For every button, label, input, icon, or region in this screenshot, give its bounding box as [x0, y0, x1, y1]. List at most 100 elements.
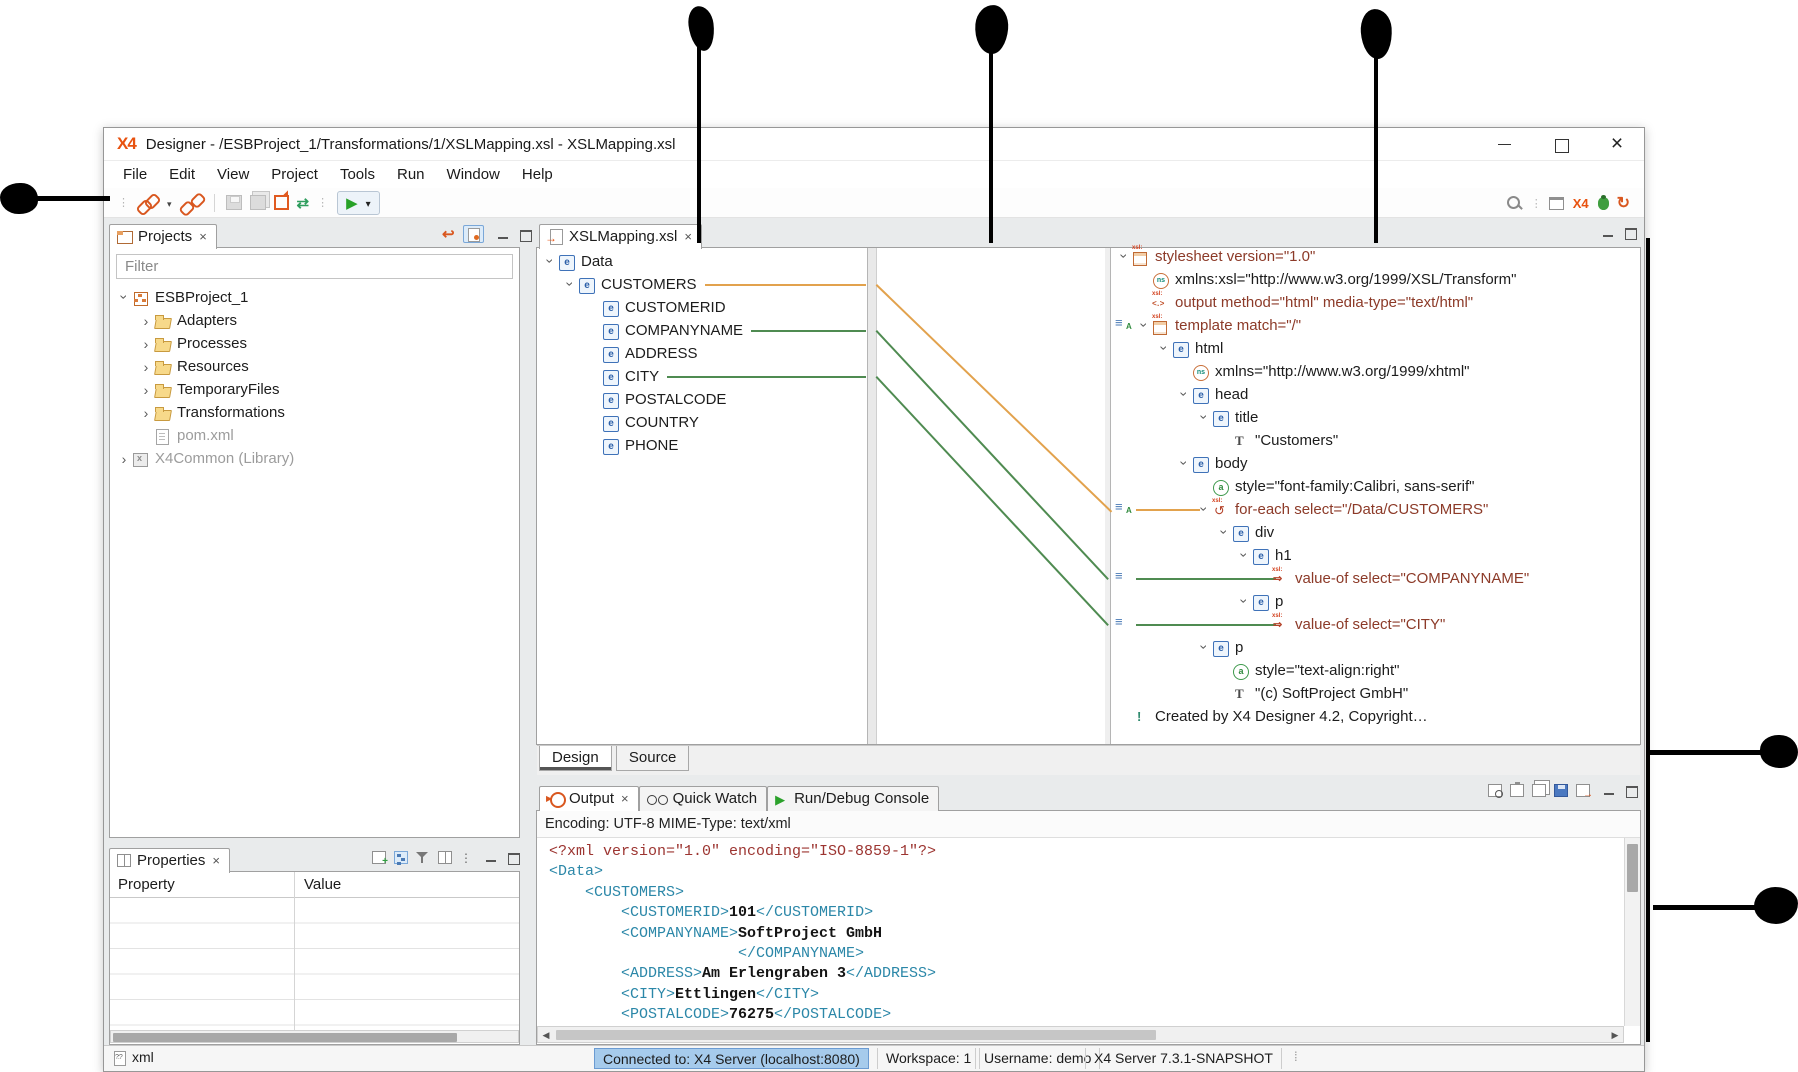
export-icon[interactable] [1576, 784, 1590, 797]
tree-expander-icon[interactable] [138, 356, 154, 378]
tree-expander-icon[interactable] [138, 402, 154, 424]
tree-expander-icon[interactable] [1216, 522, 1232, 544]
tree-row[interactable]: xmlns="http://www.w3.org/1999/xhtml" [1112, 360, 1639, 383]
collapse-all-icon[interactable] [442, 225, 455, 243]
status-connected[interactable]: Connected to: X4 Server (localhost:8080) [594, 1048, 869, 1069]
tree-expander-icon[interactable] [1196, 407, 1212, 429]
minimize-button[interactable] [1477, 128, 1533, 161]
tree-row[interactable]: PHONE [538, 434, 868, 457]
tree-expander-icon[interactable] [138, 379, 154, 401]
sync-icon[interactable] [274, 195, 289, 210]
refresh-icon[interactable] [1617, 193, 1630, 213]
menu-item[interactable]: Help [511, 166, 564, 183]
tab-design[interactable]: Design [539, 746, 612, 771]
tree-row[interactable]: style="text-align:right" [1112, 659, 1639, 682]
scroll-left-icon[interactable]: ◀ [538, 1027, 554, 1043]
columns-icon[interactable] [438, 851, 452, 864]
tree-row[interactable]: TemporaryFiles [112, 378, 516, 401]
splitter-left[interactable] [867, 248, 877, 744]
tree-row[interactable]: output method="html" media-type="text/ht… [1112, 291, 1639, 314]
x4-perspective-icon[interactable]: X4 [1573, 196, 1589, 211]
tree-expander-icon[interactable] [1116, 246, 1132, 268]
save-icon[interactable] [226, 195, 242, 210]
tree-expander-icon[interactable] [138, 333, 154, 355]
link-dropdown-icon[interactable] [167, 194, 172, 211]
maximize-view-icon[interactable] [519, 228, 532, 241]
tree-row[interactable]: Resources [112, 355, 516, 378]
swap-icon[interactable] [297, 194, 310, 212]
tree-row[interactable]: "(c) SoftProject GmbH" [1112, 682, 1639, 705]
copy-icon[interactable] [1532, 784, 1546, 797]
tab-projects[interactable]: Projects × [109, 224, 217, 249]
tree-row[interactable]: "Customers" [1112, 429, 1639, 452]
tree-row[interactable]: CUSTOMERID [538, 296, 868, 319]
tree-row[interactable]: COMPANYNAME [538, 319, 868, 342]
run-button[interactable] [337, 191, 380, 215]
save-output-icon[interactable] [1554, 784, 1568, 797]
tree-row[interactable]: ESBProject_1 [112, 286, 516, 309]
close-icon[interactable]: × [199, 229, 207, 244]
tree-row[interactable]: X4Common (Library) [112, 447, 516, 470]
maximize-view-icon[interactable] [1624, 226, 1637, 239]
tree-expander-icon[interactable] [1196, 499, 1212, 521]
tree-row[interactable]: COUNTRY [538, 411, 868, 434]
link-with-editor-icon[interactable] [463, 225, 484, 243]
splitter-right[interactable] [1105, 248, 1111, 744]
tree-expander-icon[interactable] [116, 448, 132, 470]
tree-row[interactable]: ADDRESS [538, 342, 868, 365]
tree-row[interactable]: value-of select="CITY" [1112, 613, 1639, 636]
minimize-view-icon[interactable] [1602, 226, 1615, 239]
tree-row[interactable]: pom.xml [112, 424, 516, 447]
minimize-view-icon[interactable] [1603, 784, 1616, 797]
scroll-right-icon[interactable]: ▶ [1607, 1027, 1623, 1043]
tree-row[interactable]: POSTALCODE [538, 388, 868, 411]
tree-row[interactable]: p [1112, 636, 1639, 659]
tree-row[interactable]: h1 [1112, 544, 1639, 567]
run-dropdown-icon[interactable] [358, 194, 371, 211]
unmap-link-icon[interactable] [180, 194, 203, 212]
tree-row[interactable]: value-of select="COMPANYNAME" [1112, 567, 1639, 590]
tree-row[interactable]: xmlns:xsl="http://www.w3.org/1999/XSL/Tr… [1112, 268, 1639, 291]
tab-xslmapping[interactable]: XSLMapping.xsl × [539, 224, 702, 249]
tree-expander-icon[interactable] [138, 310, 154, 332]
tree-row[interactable]: body [1112, 452, 1639, 475]
scrollbar-thumb[interactable] [113, 1033, 457, 1042]
tree-row[interactable]: CUSTOMERS [538, 273, 868, 296]
tree-expander-icon[interactable] [1156, 338, 1172, 360]
menu-item[interactable]: Window [436, 166, 511, 183]
filter-input[interactable] [116, 254, 513, 279]
save-all-icon[interactable] [250, 195, 266, 210]
close-icon[interactable]: × [684, 229, 692, 244]
filter-funnel-icon[interactable] [416, 851, 430, 864]
output-xml-view[interactable]: <?xml version="1.0" encoding="ISO-8859-1… [537, 838, 1640, 1044]
tree-expander-icon[interactable] [1196, 637, 1212, 659]
maximize-view-icon[interactable] [1625, 784, 1638, 797]
tree-expander-icon[interactable] [116, 287, 132, 309]
tree-expander-icon[interactable] [542, 251, 558, 273]
tree-row[interactable]: head [1112, 383, 1639, 406]
menu-item[interactable]: File [112, 166, 158, 183]
scrollbar-thumb[interactable] [1627, 844, 1638, 892]
tree-expander-icon[interactable] [1176, 384, 1192, 406]
maximize-button[interactable] [1533, 128, 1589, 161]
map-link-icon[interactable] [136, 194, 159, 212]
tree-row[interactable]: Adapters [112, 309, 516, 332]
tab-run-debug-console[interactable]: Run/Debug Console [767, 786, 939, 811]
tree-expander-icon[interactable] [1236, 545, 1252, 567]
tree-row[interactable]: stylesheet version="1.0" [1112, 245, 1639, 268]
tree-expander-icon[interactable] [1236, 591, 1252, 613]
tree-row[interactable]: Processes [112, 332, 516, 355]
menu-item[interactable]: Run [386, 166, 436, 183]
tab-source[interactable]: Source [616, 746, 690, 771]
find-icon[interactable] [1488, 784, 1502, 797]
tree-row[interactable]: Created by X4 Designer 4.2, Copyright… [1112, 705, 1639, 728]
properties-hscrollbar[interactable] [110, 1030, 519, 1043]
tree-row[interactable]: for-each select="/Data/CUSTOMERS" [1112, 498, 1639, 521]
tab-properties[interactable]: Properties × [109, 848, 230, 873]
tree-row[interactable]: style="font-family:Calibri, sans-serif" [1112, 475, 1639, 498]
new-property-icon[interactable] [372, 851, 386, 864]
minimize-view-icon[interactable] [497, 228, 510, 241]
tab-output[interactable]: Output × [539, 786, 639, 811]
close-icon[interactable]: × [212, 853, 220, 868]
menu-item[interactable]: Project [260, 166, 329, 183]
